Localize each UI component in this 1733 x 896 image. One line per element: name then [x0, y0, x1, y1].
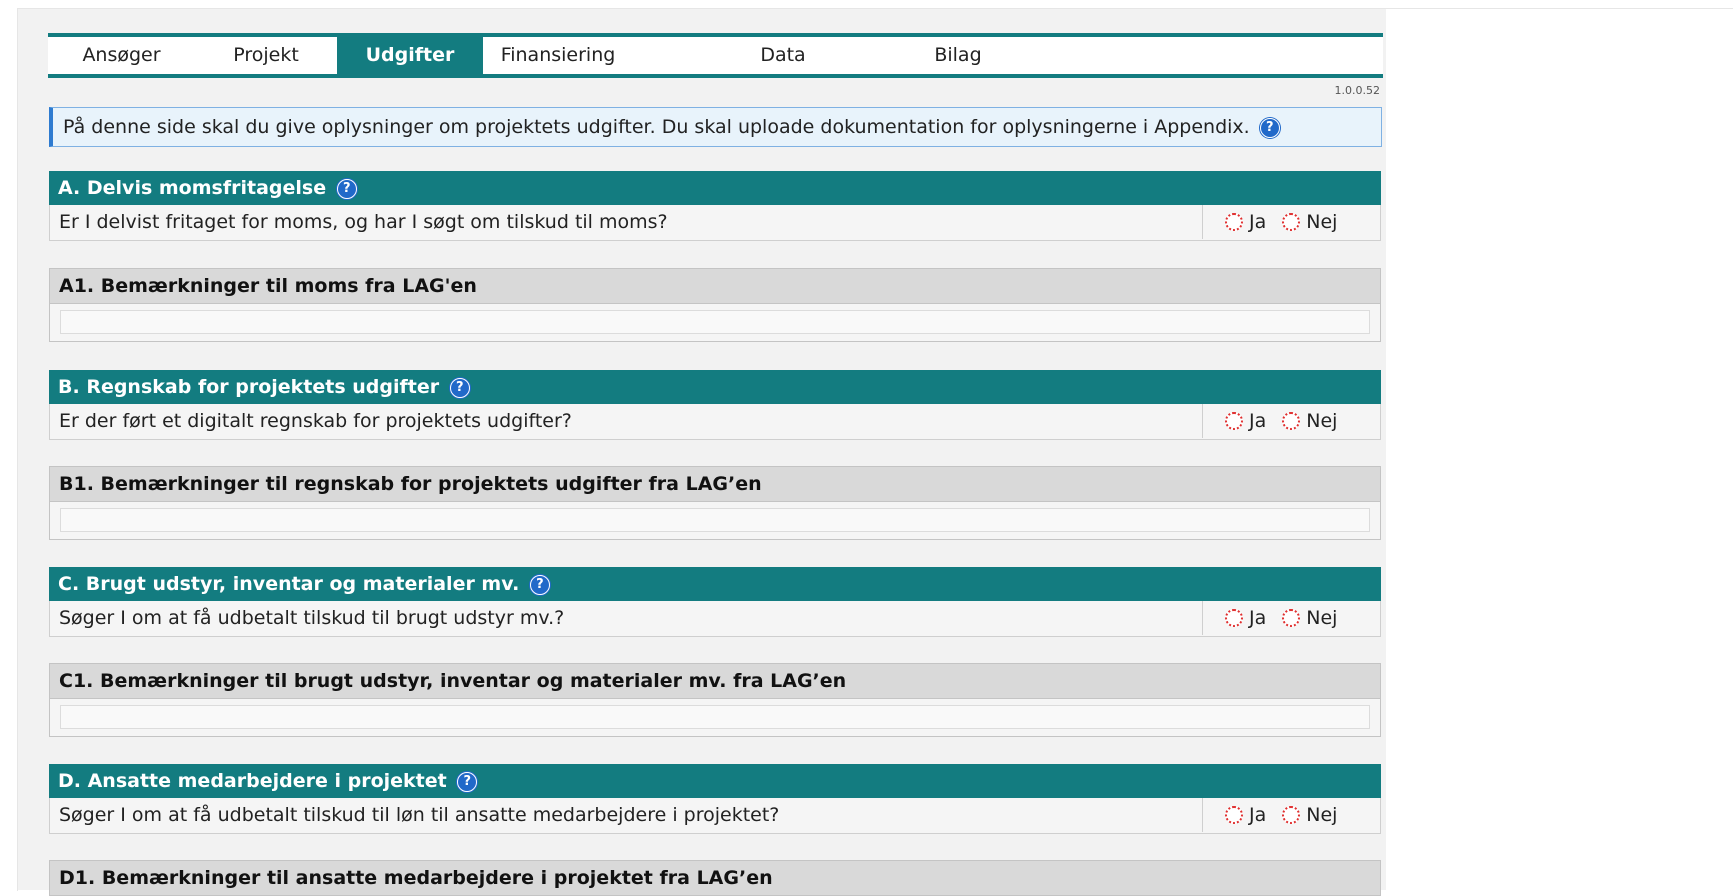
section-title: B. Regnskab for projektets udgifter: [58, 376, 440, 398]
tab-projekt[interactable]: Projekt: [195, 37, 337, 74]
help-icon[interactable]: ?: [457, 771, 478, 792]
question-text: Er I delvist fritaget for moms, og har I…: [59, 211, 668, 233]
section-header-b: B. Regnskab for projektets udgifter ?: [49, 370, 1381, 404]
radio-no-label: Nej: [1306, 804, 1338, 826]
radio-no-label: Nej: [1306, 410, 1338, 432]
radio-no[interactable]: [1282, 806, 1301, 824]
tab-ansoger[interactable]: Ansøger: [48, 37, 195, 74]
question-text: Er der ført et digitalt regnskab for pro…: [59, 410, 572, 432]
remarks-field[interactable]: [60, 310, 1370, 334]
version-label: 1.0.0.52: [1334, 84, 1380, 97]
yes-no-options: Ja Nej: [1202, 798, 1380, 832]
remarks-body-b1: [49, 502, 1381, 540]
remarks-header-b1: B1. Bemærkninger til regnskab for projek…: [49, 466, 1381, 502]
help-icon[interactable]: ?: [529, 574, 550, 595]
radio-yes[interactable]: [1225, 412, 1243, 430]
radio-yes[interactable]: [1225, 213, 1243, 231]
tab-bar: Ansøger Projekt Udgifter Finansiering Da…: [48, 33, 1383, 78]
question-text: Søger I om at få udbetalt tilskud til br…: [59, 607, 565, 629]
tab-udgifter[interactable]: Udgifter: [337, 37, 483, 74]
radio-no[interactable]: [1282, 609, 1301, 627]
radio-yes-label: Ja: [1249, 410, 1267, 432]
radio-no[interactable]: [1282, 412, 1301, 430]
section-title: D. Ansatte medarbejdere i projektet: [58, 770, 447, 792]
question-row-d: Søger I om at få udbetalt tilskud til lø…: [49, 798, 1381, 834]
remarks-header-a1: A1. Bemærkninger til moms fra LAG'en: [49, 268, 1381, 304]
tab-bilag[interactable]: Bilag: [908, 37, 1008, 74]
yes-no-options: Ja Nej: [1202, 205, 1380, 239]
remarks-body-c1: [49, 699, 1381, 737]
help-icon[interactable]: ?: [1259, 117, 1280, 138]
radio-yes-label: Ja: [1249, 804, 1267, 826]
radio-no-label: Nej: [1306, 211, 1338, 233]
section-header-a: A. Delvis momsfritagelse ?: [49, 171, 1381, 205]
yes-no-options: Ja Nej: [1202, 601, 1380, 635]
remarks-field[interactable]: [60, 508, 1370, 532]
section-header-d: D. Ansatte medarbejdere i projektet ?: [49, 764, 1381, 798]
tab-finansiering[interactable]: Finansiering: [483, 37, 633, 74]
section-header-c: C. Brugt udstyr, inventar og materialer …: [49, 567, 1381, 601]
info-box: På denne side skal du give oplysninger o…: [49, 107, 1382, 147]
radio-no[interactable]: [1282, 213, 1301, 231]
remarks-header-c1: C1. Bemærkninger til brugt udstyr, inven…: [49, 663, 1381, 699]
help-icon[interactable]: ?: [449, 377, 470, 398]
radio-yes[interactable]: [1225, 609, 1243, 627]
remarks-header-d1: D1. Bemærkninger til ansatte medarbejder…: [49, 860, 1381, 896]
radio-no-label: Nej: [1306, 607, 1338, 629]
radio-yes-label: Ja: [1249, 211, 1267, 233]
question-row-c: Søger I om at få udbetalt tilskud til br…: [49, 601, 1381, 637]
tab-data[interactable]: Data: [733, 37, 833, 74]
section-title: C. Brugt udstyr, inventar og materialer …: [58, 573, 520, 595]
section-title: A. Delvis momsfritagelse: [58, 177, 327, 199]
info-text: På denne side skal du give oplysninger o…: [63, 116, 1250, 138]
radio-yes[interactable]: [1225, 806, 1243, 824]
yes-no-options: Ja Nej: [1202, 404, 1380, 438]
question-row-b: Er der ført et digitalt regnskab for pro…: [49, 404, 1381, 440]
question-text: Søger I om at få udbetalt tilskud til lø…: [59, 804, 780, 826]
question-row-a: Er I delvist fritaget for moms, og har I…: [49, 205, 1381, 241]
radio-yes-label: Ja: [1249, 607, 1267, 629]
help-icon[interactable]: ?: [336, 178, 357, 199]
remarks-body-a1: [49, 304, 1381, 342]
remarks-field[interactable]: [60, 705, 1370, 729]
